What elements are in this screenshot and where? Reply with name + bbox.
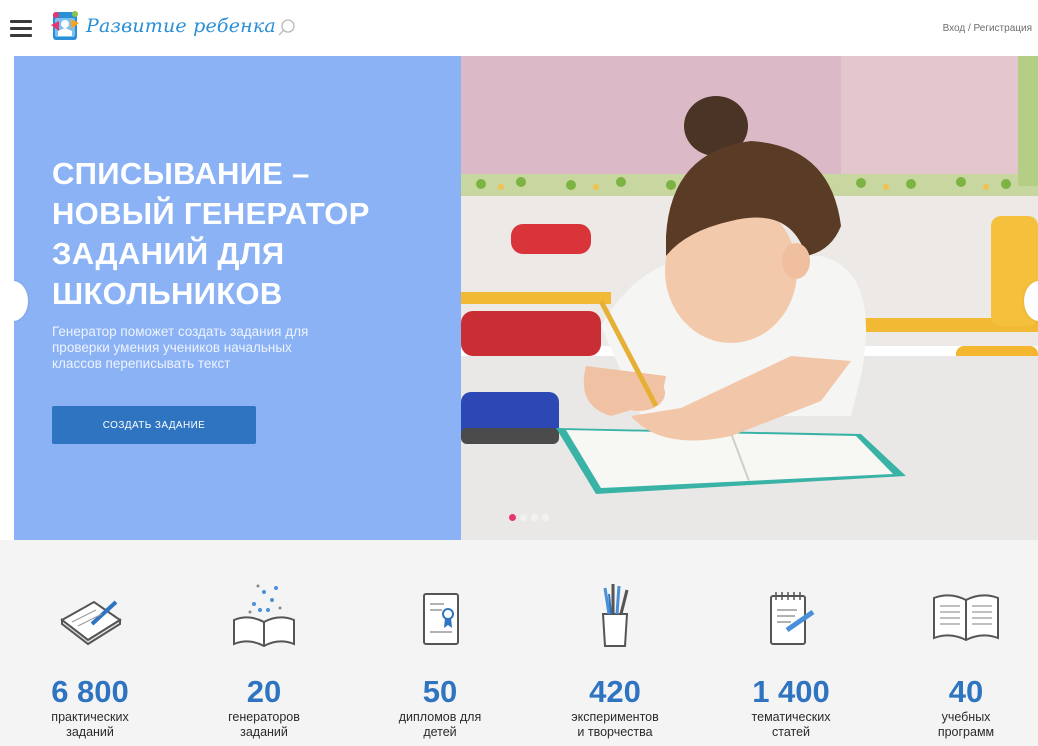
hero-title-line: СПИСЫВАНИЕ – xyxy=(52,156,310,191)
stat-label-line: заданий xyxy=(240,725,288,739)
hero-title-line: ЗАДАНИЙ ДЛЯ xyxy=(52,236,285,271)
site-header: Развитие ребенка Вход / Регистрация xyxy=(0,0,1038,56)
slider-dot[interactable] xyxy=(509,514,516,521)
stat-item[interactable]: 40 учебных программ xyxy=(886,580,1038,740)
stat-number: 420 xyxy=(589,674,641,709)
slider-dots xyxy=(509,514,549,521)
stat-item[interactable]: 420 экспериментов и творчества xyxy=(535,580,695,740)
hero-description: Генератор поможет создать задания для пр… xyxy=(52,324,422,372)
hero-title-line: НОВЫЙ ГЕНЕРАТОР xyxy=(52,196,370,231)
stat-label-line: программ xyxy=(937,725,995,739)
search-icon[interactable] xyxy=(276,17,298,39)
stat-number: 40 xyxy=(948,674,984,709)
stat-label-line: статей xyxy=(771,725,811,739)
hero-title: СПИСЫВАНИЕ – НОВЫЙ ГЕНЕРАТОР ЗАДАНИЙ ДЛЯ… xyxy=(52,154,432,314)
stat-label: практических заданий xyxy=(10,710,170,740)
hero-slider: СПИСЫВАНИЕ – НОВЫЙ ГЕНЕРАТОР ЗАДАНИЙ ДЛЯ… xyxy=(14,56,1038,540)
logo-text: Развитие ребенка xyxy=(86,15,276,37)
diploma-icon xyxy=(423,593,459,645)
book-icon xyxy=(933,594,999,642)
stat-number: 1 400 xyxy=(752,674,830,709)
hamburger-icon[interactable] xyxy=(10,20,32,38)
site-logo[interactable]: Развитие ребенка xyxy=(50,9,276,43)
stat-item[interactable]: 1 400 тематических статей xyxy=(711,580,871,740)
hero-image xyxy=(461,56,1038,540)
stat-label-line: заданий xyxy=(66,725,114,739)
open-book-icon xyxy=(233,584,295,648)
notepad-icon xyxy=(770,592,815,645)
stat-label: генераторов заданий xyxy=(184,710,344,740)
hero-description-line: классов переписывать текст xyxy=(52,356,231,371)
hero-description-line: Генератор поможет создать задания для xyxy=(52,324,309,339)
stat-label-line: учебных xyxy=(941,710,991,724)
notebook-pencil-icon xyxy=(60,600,122,646)
stat-label: учебных программ xyxy=(886,710,1038,740)
stats-section: 6 800 практических заданий 20 генераторо… xyxy=(0,540,1038,746)
stat-label-line: детей xyxy=(423,725,457,739)
stat-label: дипломов для детей xyxy=(360,710,520,740)
slider-dot[interactable] xyxy=(542,514,549,521)
stat-number: 50 xyxy=(422,674,458,709)
hero-text-panel: СПИСЫВАНИЕ – НОВЫЙ ГЕНЕРАТОР ЗАДАНИЙ ДЛЯ… xyxy=(14,56,461,540)
hero-description-line: проверки умения учеников начальных xyxy=(52,340,292,355)
stat-number: 6 800 xyxy=(51,674,129,709)
stat-item[interactable]: 20 генераторов заданий xyxy=(184,580,344,740)
stat-label: экспериментов и творчества xyxy=(535,710,695,740)
stat-label-line: и творчества xyxy=(577,725,653,739)
pencil-cup-icon xyxy=(601,584,629,647)
logo-icon xyxy=(51,11,79,40)
hero-title-line: ШКОЛЬНИКОВ xyxy=(52,276,283,311)
slider-dot[interactable] xyxy=(520,514,527,521)
stat-label: тематических статей xyxy=(711,710,871,740)
stat-label-line: дипломов для xyxy=(398,710,482,724)
stat-label-line: экспериментов xyxy=(571,710,659,724)
stat-item[interactable]: 6 800 практических заданий xyxy=(10,580,170,740)
stat-label-line: генераторов xyxy=(228,710,300,724)
stat-item[interactable]: 50 дипломов для детей xyxy=(360,580,520,740)
create-task-button[interactable]: СОЗДАТЬ ЗАДАНИЕ xyxy=(52,406,256,444)
stat-label-line: практических xyxy=(51,710,129,724)
stat-label-line: тематических xyxy=(751,710,831,724)
slider-dot[interactable] xyxy=(531,514,538,521)
login-register-link[interactable]: Вход / Регистрация xyxy=(943,23,1032,34)
stat-number: 20 xyxy=(246,674,282,709)
